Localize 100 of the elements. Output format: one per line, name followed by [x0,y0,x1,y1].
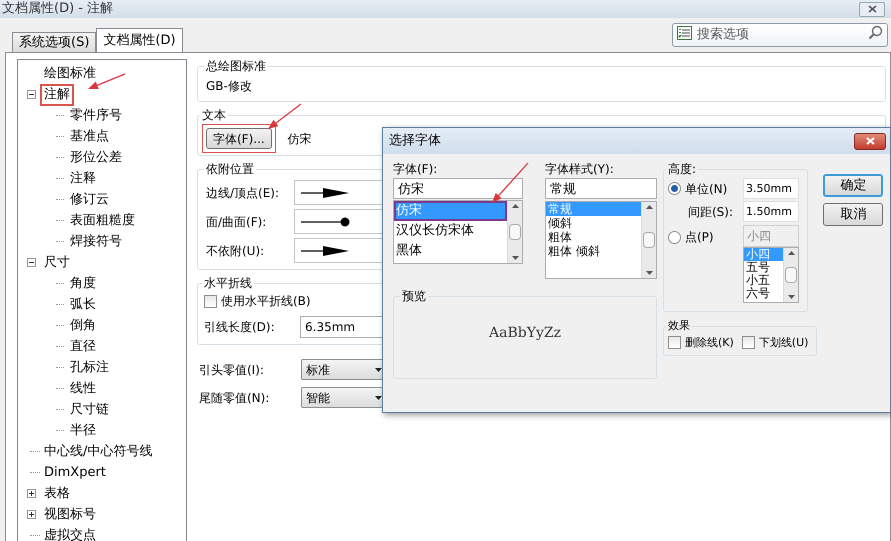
close-icon [866,137,874,145]
group-title: 预览 [401,288,427,305]
close-button[interactable] [854,132,886,150]
expand-icon[interactable] [26,510,36,519]
field-label: 间距(S): [687,204,734,220]
list-item[interactable]: 小五 [744,274,783,287]
tree-item[interactable]: 注释 [66,168,100,190]
list-item[interactable]: 汉仪长仿宋体 [394,221,507,241]
list-icon [677,26,692,40]
tree-item[interactable]: 中心线/中心符号线 [40,440,156,462]
spacing-field[interactable]: 1.50mm [743,201,799,222]
list-item[interactable]: 五号 [744,261,783,274]
dialog-title: 选择字体 [389,132,441,150]
preview-sample: AaBbYyZz [489,324,561,343]
checkbox[interactable] [204,294,217,308]
checkbox-label: 使用水平折线(B) [221,293,311,310]
list-item[interactable]: 黑体 [394,241,507,261]
field-label: 引头零值(I): [199,362,265,378]
font-style-field[interactable]: 常规 [545,178,657,199]
checkbox[interactable] [742,336,755,350]
tree-item[interactable]: 修订云 [66,188,113,210]
dot-leader-icon [301,216,351,226]
field-label: 引线长度(D): [204,319,276,336]
window-title: 文档属性(D) - 注解 [2,0,114,18]
dialog-button[interactable]: 确定 [823,174,884,197]
standard-value: GB-修改 [206,78,253,95]
scroll-up-icon [788,251,794,255]
tree-item[interactable]: 尺寸 [40,252,74,274]
scrollbar[interactable] [507,201,522,263]
field-label: 面/曲面(F): [206,214,268,230]
group-title: 水平折线 [203,275,253,292]
tree-item[interactable]: 表面粗糙度 [66,210,139,232]
tree-item[interactable]: 虚拟交点 [40,524,100,541]
collapse-icon[interactable] [26,258,36,267]
tab[interactable]: 文档属性(D) [96,28,183,52]
tree-item[interactable]: 孔标注 [66,356,113,378]
radio-label: 单位(N) [685,180,728,198]
field-label: 边线/顶点(E): [206,184,280,202]
unit-height-field[interactable]: 3.50mm [743,178,799,199]
tree-item[interactable]: 弧长 [66,294,100,316]
checkbox-label: 删除线(K) [685,334,734,350]
scroll-down-icon [788,295,794,299]
font-button[interactable]: 字体(F)... [206,128,272,149]
tree-item[interactable]: 视图标号 [40,504,100,526]
radio-button[interactable] [668,230,681,244]
field-label: 字体样式(Y): [545,161,615,178]
font-field[interactable]: 仿宋 [393,178,523,199]
radio-button[interactable] [668,182,681,195]
tree-item[interactable]: 表格 [40,482,74,504]
close-button[interactable] [859,2,885,16]
scroll-down-icon [512,256,518,260]
tree-item[interactable]: 注解 [40,84,74,106]
search-field[interactable]: 搜索选项 [672,22,888,46]
collapse-icon[interactable] [26,90,36,99]
tree-item[interactable]: 形位公差 [66,146,126,168]
tree-item[interactable]: 焊接符号 [66,230,126,252]
group-title: 总绘图标准 [205,58,267,75]
tree-item[interactable]: 绘图标准 [40,62,100,84]
leader-style-button[interactable] [294,238,384,263]
scrollbar-thumb[interactable] [785,267,797,283]
scrollbar-thumb[interactable] [509,224,521,240]
checkbox[interactable] [668,336,681,350]
tree-item[interactable]: 线性 [66,378,100,400]
field-label: 字体(F): [393,161,438,178]
caret-icon [375,368,382,372]
annotation-arrow [268,103,302,129]
expand-icon[interactable] [26,489,36,498]
list-item[interactable]: 粗体 [546,230,641,244]
tree-item[interactable]: DimXpert [40,462,110,484]
scroll-down-icon [646,271,652,275]
tab[interactable]: 系统选项(S) [12,32,96,52]
tree-item[interactable]: 基准点 [66,126,113,148]
scrollbar[interactable] [783,248,798,302]
field-label: 不依附(U): [206,242,266,260]
scrollbar[interactable] [641,202,656,278]
list-item[interactable]: 倾斜 [546,216,641,230]
tree-item[interactable]: 半径 [66,420,100,442]
tree-item[interactable]: 零件序号 [66,104,126,126]
tree-item[interactable]: 角度 [66,272,100,294]
caret-icon [375,396,382,400]
font-name: 仿宋 [288,130,312,148]
tree-item[interactable]: 倒角 [66,314,100,336]
close-icon [868,5,876,13]
radio-label: 点(P) [685,229,714,246]
tree-item[interactable]: 尺寸链 [66,398,113,420]
list-item[interactable]: 六号 [744,287,783,300]
annotation-arrow [492,162,528,203]
dialog-button[interactable]: 取消 [823,203,884,226]
group-title: 效果 [667,318,691,334]
list-item[interactable]: 粗体 倾斜 [546,244,641,258]
leader-style-button[interactable] [294,180,384,205]
search-icon [868,25,883,40]
group-title: 依附位置 [205,161,255,178]
leader-style-button[interactable] [294,209,384,234]
group-title: 文本 [201,107,227,124]
tree-item[interactable]: 直径 [66,336,100,358]
group-title: 高度: [667,161,698,178]
field-label: 尾随零值(N): [199,390,270,406]
scrollbar-thumb[interactable] [643,232,655,248]
checkbox-label: 下划线(U) [758,334,808,350]
